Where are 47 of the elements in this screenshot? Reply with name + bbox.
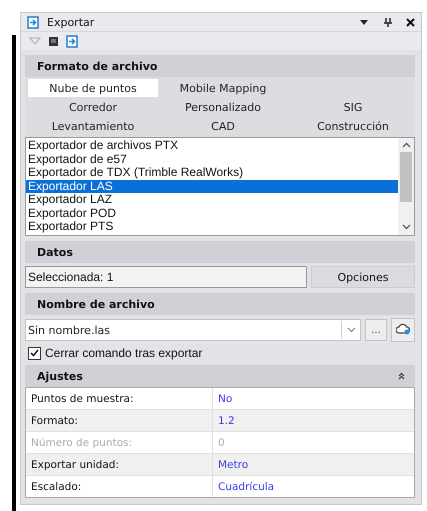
exporter-item[interactable]: Exportador LAZ	[26, 193, 398, 206]
close-icon[interactable]	[406, 18, 415, 26]
section-heading: Nombre de archivo	[37, 298, 155, 310]
property-value[interactable]: Metro	[212, 454, 414, 475]
exporter-item[interactable]: Exportador PTS	[26, 220, 398, 234]
property-label: Exportar unidad:	[30, 458, 120, 472]
format-tab[interactable]: SIG	[288, 98, 418, 116]
scrollbar-thumb[interactable]	[400, 152, 412, 202]
file-name-field[interactable]: Sin nombre.las	[26, 322, 341, 338]
exporter-item[interactable]: Exportador de TDX (Trimble RealWorks)	[26, 166, 398, 180]
exporter-item[interactable]: Exportador de e57	[26, 152, 398, 166]
format-tab[interactable]: Corredor	[28, 98, 158, 116]
format-tab[interactable]: Mobile Mapping	[158, 79, 288, 97]
collapse-icon[interactable]	[398, 372, 405, 380]
browse-button[interactable]: ...	[365, 319, 387, 341]
section-heading: Datos	[37, 246, 73, 258]
checkbox[interactable]	[28, 346, 41, 360]
property-value[interactable]: Cuadrícula	[212, 476, 414, 497]
window-icon[interactable]	[49, 36, 58, 46]
format-tab[interactable]: Nube de puntos	[28, 79, 158, 97]
cloud-icon	[396, 322, 410, 334]
cloud-button[interactable]	[391, 318, 415, 342]
options-button[interactable]: Opciones	[311, 266, 415, 288]
property-value[interactable]: 1.2	[212, 410, 414, 431]
scroll-up-icon[interactable]	[402, 142, 410, 148]
exporter-item[interactable]: Exportador LAS	[26, 180, 398, 193]
format-tab[interactable]: Construcción	[288, 117, 418, 135]
property-label: Número de puntos:	[30, 436, 134, 450]
file-name-combo[interactable]: Sin nombre.las	[25, 319, 361, 341]
dropdown-icon[interactable]	[360, 20, 368, 24]
scroll-down-icon[interactable]	[402, 224, 410, 230]
window-title: Exportar	[47, 16, 96, 28]
exporter-item[interactable]: Exportador de archivos PTX	[26, 139, 398, 152]
property-label: Escalado:	[30, 480, 82, 494]
property-label: Puntos de muestra:	[30, 392, 134, 406]
property-label: Formato:	[30, 414, 79, 428]
format-tab[interactable]: Personalizado	[158, 98, 288, 116]
section-heading: Ajustes	[37, 370, 83, 382]
pin-icon[interactable]	[384, 18, 392, 26]
selection-count: Seleccionada: 1	[25, 266, 307, 288]
exporter-item[interactable]: Exportador POD	[26, 206, 398, 220]
checkbox-label: Cerrar comando tras exportar	[45, 346, 202, 360]
section-heading: Formato de archivo	[37, 60, 158, 72]
export-icon	[27, 16, 39, 28]
format-tab[interactable]: Levantamiento	[28, 117, 158, 135]
format-tab[interactable]: CAD	[158, 117, 288, 135]
export-icon	[66, 34, 78, 48]
